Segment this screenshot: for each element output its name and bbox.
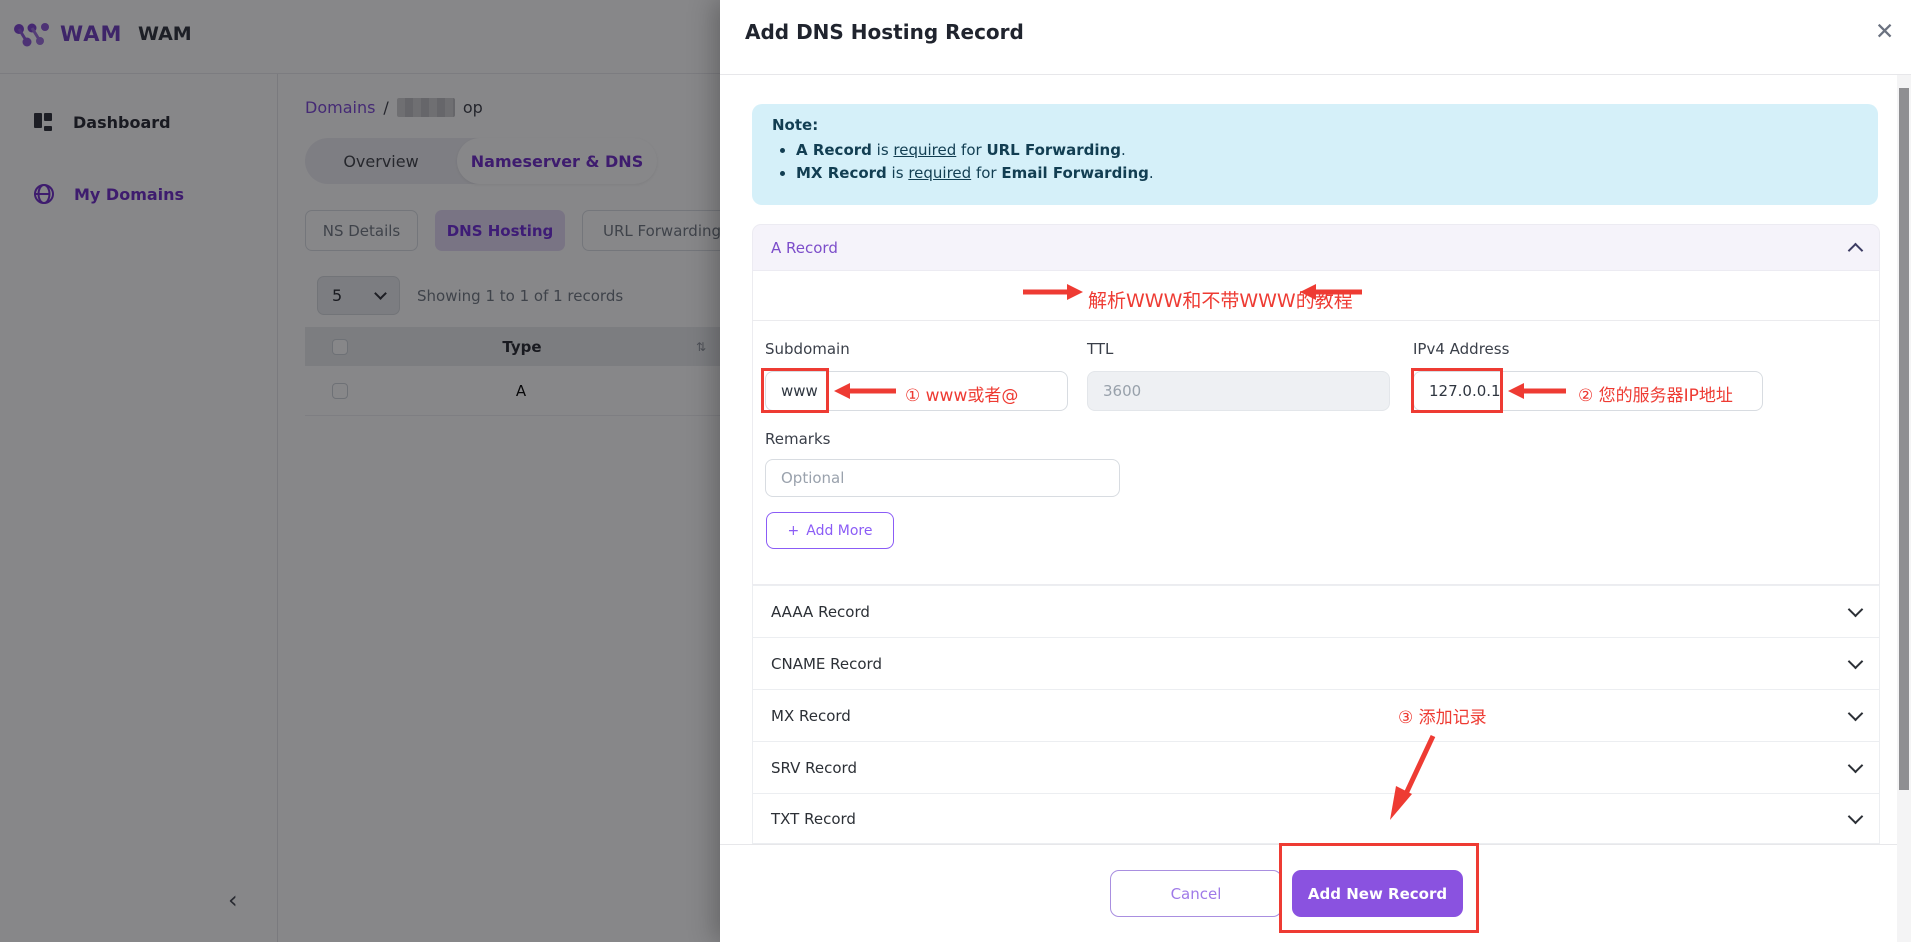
chevron-down-icon (1848, 654, 1864, 670)
note-heading: Note: (772, 116, 1858, 134)
close-icon[interactable]: ✕ (1875, 19, 1894, 45)
submit-highlight-box (1279, 843, 1479, 933)
subdomain-highlight-box (761, 368, 829, 413)
chevron-down-icon (1848, 602, 1864, 618)
remarks-input[interactable] (765, 459, 1120, 497)
accordion-txt-record[interactable]: TXT Record (752, 793, 1880, 844)
chevron-down-icon (1848, 809, 1864, 825)
red-arrow-left-icon (834, 382, 896, 400)
note-line: MX Record is required for Email Forwardi… (796, 162, 1858, 185)
screen: WAM WAM Dashboard My Domains ‹ Domains /… (0, 0, 1911, 942)
note-line: A Record is required for URL Forwarding. (796, 139, 1858, 162)
ipv4-label: IPv4 Address (1413, 340, 1509, 358)
chevron-down-icon (1848, 758, 1864, 774)
remarks-label: Remarks (765, 430, 830, 448)
add-dns-record-modal: Add DNS Hosting Record ✕ Note: A Record … (720, 0, 1911, 942)
chevron-down-icon (1848, 706, 1864, 722)
add-record-annotation: ③ 添加记录 (1398, 703, 1487, 728)
accordion-a-record[interactable]: A Record (752, 224, 1880, 271)
accordion-cname-record[interactable]: CNAME Record (752, 637, 1880, 689)
modal-scrollbar-thumb[interactable] (1899, 88, 1909, 790)
cancel-button[interactable]: Cancel (1110, 870, 1282, 917)
red-arrow-right-icon (1023, 283, 1083, 301)
chevron-up-icon (1848, 242, 1864, 258)
add-more-label: Add More (806, 523, 872, 539)
a-record-panel (752, 271, 1880, 585)
ttl-input[interactable] (1087, 371, 1390, 411)
subdomain-annotation: ① www或者@ (905, 381, 1018, 406)
note-list: A Record is required for URL Forwarding.… (772, 139, 1858, 186)
note-box: Note: A Record is required for URL Forwa… (752, 104, 1878, 205)
red-arrow-left-icon (1300, 283, 1362, 301)
subdomain-label: Subdomain (765, 340, 850, 358)
modal-title: Add DNS Hosting Record (745, 20, 1024, 44)
red-arrow-diagonal-icon (1388, 732, 1440, 824)
accordion-label: A Record (771, 239, 838, 257)
accordion-srv-record[interactable]: SRV Record (752, 741, 1880, 793)
ttl-label: TTL (1087, 340, 1113, 358)
add-more-button[interactable]: + Add More (766, 512, 894, 549)
section-divider (752, 320, 1880, 321)
plus-icon: + (788, 523, 800, 539)
header-divider (720, 74, 1911, 75)
accordion-aaaa-record[interactable]: AAAA Record (752, 585, 1880, 637)
accordion-mx-record[interactable]: MX Record (752, 689, 1880, 741)
red-arrow-left-icon (1508, 382, 1566, 400)
ipv4-highlight-box (1411, 368, 1503, 413)
ipv4-annotation: ② 您的服务器IP地址 (1578, 381, 1733, 406)
